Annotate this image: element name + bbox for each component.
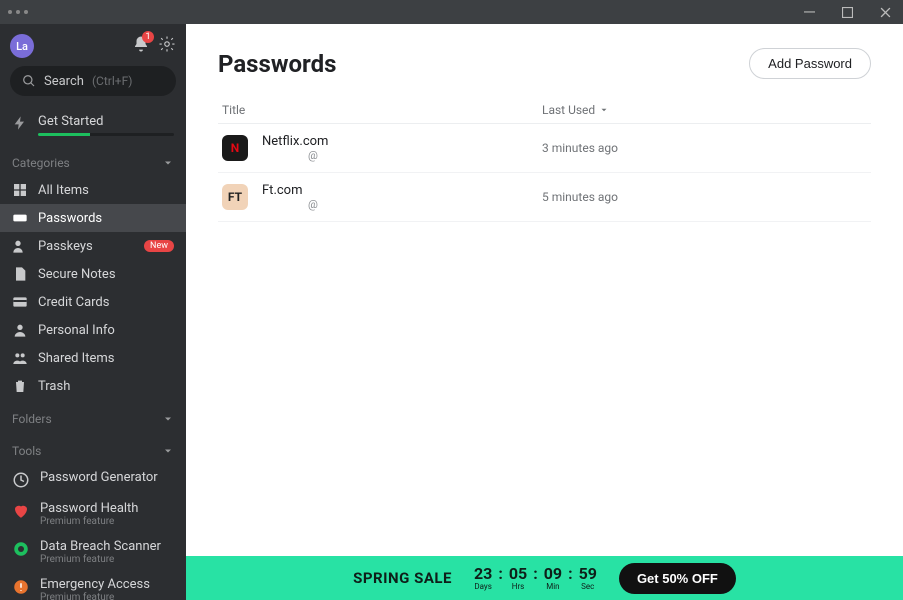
avatar[interactable]: La <box>10 34 34 58</box>
sidebar-item-passkeys[interactable]: Passkeys New <box>0 232 186 260</box>
get-started-item[interactable]: Get Started <box>0 106 186 144</box>
new-badge: New <box>144 240 174 252</box>
app-window: La 1 Search (Ctrl+F) <box>0 0 903 600</box>
nav-label: Secure Notes <box>38 267 116 282</box>
timer-days: 23 <box>474 566 492 582</box>
sidebar-item-all-items[interactable]: All Items <box>0 176 186 204</box>
sidebar-item-trash[interactable]: Trash <box>0 372 186 400</box>
get-started-label: Get Started <box>38 114 174 129</box>
sidebar-item-personal-info[interactable]: Personal Info <box>0 316 186 344</box>
column-last-used[interactable]: Last Used <box>542 103 867 117</box>
row-last-used: 3 minutes ago <box>542 141 618 155</box>
card-icon <box>12 294 28 310</box>
tool-emergency-access[interactable]: Emergency Access Premium feature <box>0 571 186 600</box>
trash-icon <box>12 378 28 394</box>
chevron-down-icon <box>162 157 174 169</box>
tool-label: Data Breach Scanner <box>40 539 161 554</box>
group-label: Folders <box>12 412 52 426</box>
nav-label: All Items <box>38 183 89 198</box>
chevron-down-icon <box>162 445 174 457</box>
nav-label: Passwords <box>38 211 102 226</box>
generator-icon <box>12 471 30 489</box>
tool-sublabel: Premium feature <box>40 516 138 527</box>
search-input[interactable]: Search (Ctrl+F) <box>10 66 176 96</box>
sidebar: La 1 Search (Ctrl+F) <box>0 24 186 600</box>
tool-label: Password Health <box>40 501 138 516</box>
add-password-button[interactable]: Add Password <box>749 48 871 79</box>
nav-label: Shared Items <box>38 351 114 366</box>
group-label: Categories <box>12 156 70 170</box>
sidebar-item-passwords[interactable]: Passwords <box>0 204 186 232</box>
table-row[interactable]: N Netflix.com@3 minutes ago <box>218 124 871 173</box>
promo-title: SPRING SALE <box>353 569 452 587</box>
traffic-dots <box>8 10 28 14</box>
password-icon <box>12 210 28 226</box>
search-hint: (Ctrl+F) <box>92 74 132 88</box>
group-categories[interactable]: Categories <box>0 144 186 176</box>
emergency-icon <box>12 578 30 596</box>
passkey-icon <box>12 238 28 254</box>
row-last-used: 5 minutes ago <box>542 190 618 204</box>
search-icon <box>22 74 36 88</box>
group-folders[interactable]: Folders <box>0 400 186 432</box>
nav-label: Passkeys <box>38 239 93 254</box>
note-icon <box>12 266 28 282</box>
sidebar-item-shared-items[interactable]: Shared Items <box>0 344 186 372</box>
table-header: Title Last Used <box>218 97 871 124</box>
close-button[interactable] <box>875 7 895 18</box>
notification-badge: 1 <box>142 31 154 43</box>
window-controls <box>799 7 895 18</box>
tool-sublabel: Premium feature <box>40 592 150 600</box>
minimize-button[interactable] <box>799 7 819 18</box>
tool-password-generator[interactable]: Password Generator <box>0 464 186 495</box>
group-tools[interactable]: Tools <box>0 432 186 464</box>
sidebar-item-secure-notes[interactable]: Secure Notes <box>0 260 186 288</box>
heart-icon <box>12 502 30 520</box>
dot-icon <box>24 10 28 14</box>
dot-icon <box>8 10 12 14</box>
bolt-icon <box>12 115 28 131</box>
column-label: Last Used <box>542 103 595 117</box>
nav-label: Credit Cards <box>38 295 109 310</box>
tool-password-health[interactable]: Password Health Premium feature <box>0 495 186 533</box>
site-icon: N <box>222 135 248 161</box>
scanner-icon <box>12 540 30 558</box>
table-row[interactable]: FT Ft.com@5 minutes ago <box>218 173 871 222</box>
site-icon: FT <box>222 184 248 210</box>
chevron-down-icon <box>599 105 609 115</box>
maximize-button[interactable] <box>837 7 857 18</box>
promo-cta-button[interactable]: Get 50% OFF <box>619 563 736 594</box>
gear-icon <box>158 35 176 53</box>
timer-sec: 59 <box>579 566 597 582</box>
title-bar <box>0 0 903 24</box>
settings-button[interactable] <box>158 35 176 57</box>
nav-label: Personal Info <box>38 323 115 338</box>
main-panel: Passwords Add Password Title Last Used N… <box>186 24 903 600</box>
tool-data-breach-scanner[interactable]: Data Breach Scanner Premium feature <box>0 533 186 571</box>
row-title: Ft.com <box>262 183 542 198</box>
group-label: Tools <box>12 444 41 458</box>
tool-label: Emergency Access <box>40 577 150 592</box>
page-title: Passwords <box>218 50 336 78</box>
timer-hrs: 05 <box>509 566 527 582</box>
nav-label: Trash <box>38 379 70 394</box>
dot-icon <box>16 10 20 14</box>
countdown-timer: 23Days : 05Hrs : 09Min : 59Sec <box>474 566 597 591</box>
row-sub: @ <box>262 198 542 211</box>
grid-icon <box>12 182 28 198</box>
sidebar-item-credit-cards[interactable]: Credit Cards <box>0 288 186 316</box>
person-icon <box>12 322 28 338</box>
progress-bar <box>38 133 174 136</box>
search-label: Search <box>44 74 84 89</box>
row-title: Netflix.com <box>262 134 542 149</box>
shared-icon <box>12 350 28 366</box>
row-sub: @ <box>262 149 542 162</box>
chevron-down-icon <box>162 413 174 425</box>
timer-min: 09 <box>544 566 562 582</box>
notifications-button[interactable]: 1 <box>132 35 150 57</box>
tool-sublabel: Premium feature <box>40 554 161 565</box>
column-title[interactable]: Title <box>222 103 542 117</box>
promo-banner: SPRING SALE 23Days : 05Hrs : 09Min : 59S… <box>186 556 903 600</box>
tool-label: Password Generator <box>40 470 158 485</box>
